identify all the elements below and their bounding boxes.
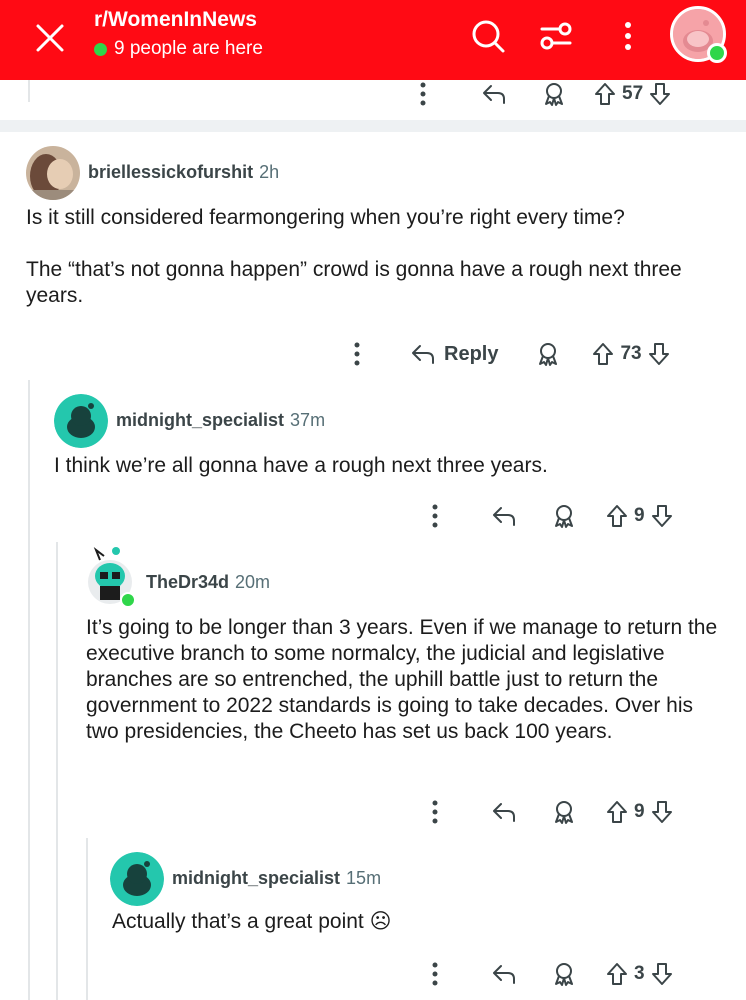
online-indicator [120, 592, 136, 608]
vote-count: 73 [620, 343, 642, 364]
comment-actions: 9 [420, 794, 673, 830]
comment-age: 2h [259, 162, 280, 182]
overflow-icon[interactable] [420, 799, 450, 825]
thread-line [56, 542, 58, 1000]
comment-actions: Reply 73 [342, 336, 670, 372]
thread-line [28, 380, 30, 1000]
award-icon[interactable] [544, 961, 584, 987]
search-icon[interactable] [466, 14, 510, 58]
downvote-icon[interactable] [648, 342, 670, 366]
comment-paragraph: It’s going to be longer than 3 years. Ev… [86, 616, 718, 743]
vote-count: 57 [622, 83, 644, 104]
online-status: 9 people are here [94, 38, 263, 60]
award-icon[interactable] [544, 503, 584, 529]
comment-avatar[interactable] [110, 852, 164, 906]
comment-body: Is it still considered fearmongering whe… [26, 205, 716, 309]
avatar-online-dot [707, 43, 727, 63]
filter-icon[interactable] [534, 14, 578, 58]
comment-avatar[interactable] [54, 394, 108, 448]
reply-icon[interactable] [484, 504, 524, 528]
downvote-icon[interactable] [649, 82, 671, 106]
comment-avatar[interactable] [26, 146, 80, 200]
upvote-icon[interactable] [606, 962, 628, 986]
subreddit-name[interactable]: r/WomenInNews [94, 8, 257, 32]
top-bar: r/WomenInNews 9 people are here [0, 0, 746, 80]
username[interactable]: briellessickofurshit [88, 162, 253, 183]
vote-count: 9 [634, 505, 645, 526]
reply-icon[interactable] [484, 962, 524, 986]
online-dot [94, 42, 107, 56]
comment-age: 15m [346, 868, 382, 888]
comment-paragraph: I think we’re all gonna have a rough nex… [54, 454, 548, 477]
vote-count: 3 [634, 963, 645, 984]
downvote-icon[interactable] [651, 962, 673, 986]
comment-paragraph: Actually that’s a great point ☹ [112, 910, 392, 933]
comment-actions: 9 [420, 498, 673, 534]
close-icon[interactable] [30, 18, 70, 58]
comment-body: Actually that’s a great point ☹ [112, 909, 712, 935]
overflow-icon[interactable] [408, 81, 438, 107]
reply-icon[interactable] [474, 82, 514, 106]
downvote-icon[interactable] [651, 800, 673, 824]
upvote-icon[interactable] [606, 504, 628, 528]
upvote-icon[interactable] [606, 800, 628, 824]
comment-body: I think we’re all gonna have a rough nex… [54, 453, 724, 479]
comment-age: 20m [235, 572, 271, 592]
upvote-icon[interactable] [592, 342, 614, 366]
comment-header: briellessickofurshit 2h [88, 162, 279, 183]
vote-count: 9 [634, 801, 645, 822]
award-icon[interactable] [534, 81, 574, 107]
comment-paragraph: Is it still considered fearmongering whe… [26, 206, 625, 229]
downvote-icon[interactable] [651, 504, 673, 528]
reply-icon [412, 345, 434, 364]
username[interactable]: midnight_specialist [172, 868, 340, 889]
comment-header: midnight_specialist 37m [116, 410, 325, 431]
overflow-icon[interactable] [342, 341, 372, 367]
thread-line [28, 80, 30, 102]
overflow-icon[interactable] [420, 961, 450, 987]
reply-button[interactable]: Reply [410, 342, 498, 366]
username[interactable]: TheDr34d [146, 572, 229, 593]
comment-body: It’s going to be longer than 3 years. Ev… [86, 615, 726, 745]
comment-paragraph: The “that’s not gonna happen” crowd is g… [26, 258, 682, 307]
username[interactable]: midnight_specialist [116, 410, 284, 431]
award-icon[interactable] [528, 341, 568, 367]
previous-comment-actions: 57 [408, 76, 671, 112]
thread-line [86, 838, 88, 1000]
overflow-icon[interactable] [420, 503, 450, 529]
comment-separator [0, 120, 746, 132]
comment-age: 37m [290, 410, 326, 430]
reply-icon[interactable] [484, 800, 524, 824]
comment-header: TheDr34d 20m [146, 572, 270, 593]
upvote-icon[interactable] [594, 82, 616, 106]
comment-header: midnight_specialist 15m [172, 868, 381, 889]
more-icon[interactable] [606, 14, 650, 58]
comment-actions: 3 [420, 956, 673, 992]
reply-label: Reply [444, 342, 499, 365]
online-count: 9 people are here [114, 38, 263, 59]
award-icon[interactable] [544, 799, 584, 825]
